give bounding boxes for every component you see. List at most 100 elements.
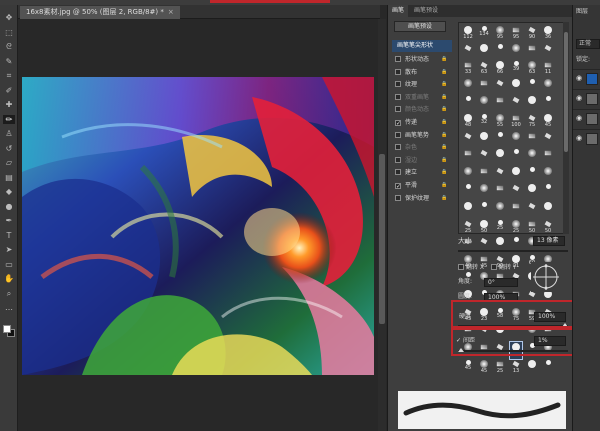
brush-tip-cell[interactable]: 134 bbox=[478, 25, 490, 42]
lock-icon[interactable]: 🔒 bbox=[441, 92, 447, 103]
brush-tip-cell[interactable] bbox=[510, 201, 522, 218]
brush-tip-cell[interactable]: 100 bbox=[510, 113, 522, 130]
brush-tip-cell[interactable]: 95 bbox=[510, 25, 522, 42]
spacing-slider[interactable] bbox=[458, 350, 568, 352]
brush-tip-cell[interactable]: 50 bbox=[478, 219, 490, 236]
lock-icon[interactable]: 🔒 bbox=[441, 167, 447, 178]
path-select-icon[interactable]: ➤ bbox=[3, 245, 15, 254]
extras-icon[interactable]: … bbox=[3, 303, 15, 312]
brush-tip-cell[interactable] bbox=[478, 131, 490, 148]
brush-tip-cell[interactable] bbox=[510, 95, 522, 112]
checkbox-checked[interactable]: ✓ bbox=[395, 183, 401, 190]
brush-tip-cell[interactable] bbox=[478, 166, 490, 183]
history-brush-icon[interactable]: ↺ bbox=[3, 144, 15, 153]
brush-tip-cell[interactable] bbox=[462, 78, 474, 95]
tab-brush[interactable]: 画笔 bbox=[388, 5, 409, 17]
lock-icon[interactable]: 🔒 bbox=[441, 54, 447, 65]
brush-option-item[interactable]: 建立 🔒 bbox=[395, 167, 447, 178]
brush-tip-cell[interactable]: 33 bbox=[462, 60, 474, 77]
brush-tip-cell[interactable]: 25 bbox=[494, 359, 506, 376]
brush-tip-cell[interactable] bbox=[494, 43, 506, 60]
brush-tip-cell[interactable] bbox=[526, 166, 538, 183]
lock-icon[interactable]: 🔒 bbox=[441, 79, 447, 90]
brush-tip-cell[interactable] bbox=[510, 131, 522, 148]
lock-icon[interactable]: 🔒 bbox=[441, 104, 447, 115]
zoom-icon[interactable]: ⌕ bbox=[3, 289, 15, 298]
brush-tip-cell[interactable] bbox=[462, 166, 474, 183]
brush-grid-scrollbar[interactable] bbox=[563, 22, 569, 234]
flip-x-checkbox[interactable]: 翻转 X bbox=[458, 263, 484, 273]
brush-tip-cell[interactable]: 75 bbox=[526, 113, 538, 130]
brush-tip-cell[interactable] bbox=[526, 43, 538, 60]
brush-tip-cell[interactable]: 45 bbox=[462, 359, 474, 376]
scrollbar-thumb[interactable] bbox=[564, 32, 568, 152]
brush-tip-cell[interactable] bbox=[526, 78, 538, 95]
brush-tip-cell[interactable] bbox=[478, 78, 490, 95]
foreground-color-swatch[interactable] bbox=[3, 325, 11, 333]
lock-icon[interactable]: 🔒 bbox=[441, 117, 447, 128]
brush-option-item[interactable]: 纹理 🔒 bbox=[395, 79, 447, 90]
brush-tip-cell[interactable]: 25 bbox=[462, 219, 474, 236]
lock-icon[interactable]: 🔒 bbox=[441, 130, 447, 141]
brush-tip-cell[interactable] bbox=[510, 148, 522, 165]
eye-icon[interactable]: ◉ bbox=[576, 95, 583, 102]
canvas-vertical-scrollbar[interactable] bbox=[378, 19, 386, 431]
brush-tip-cell[interactable] bbox=[462, 148, 474, 165]
gradient-icon[interactable]: ▤ bbox=[3, 173, 15, 182]
brush-tip-cell[interactable] bbox=[526, 183, 538, 200]
blend-mode-select[interactable]: 正常 bbox=[576, 39, 600, 49]
checkbox[interactable] bbox=[395, 93, 401, 100]
hardness-slider-handle[interactable] bbox=[562, 323, 568, 327]
type-icon[interactable]: T bbox=[3, 231, 15, 240]
blur-icon[interactable]: ◆ bbox=[3, 187, 15, 196]
hand-icon[interactable]: ✋ bbox=[3, 274, 15, 283]
brush-option-item[interactable]: ✓ 平滑 🔒 bbox=[395, 180, 447, 191]
checkbox[interactable] bbox=[395, 144, 401, 151]
close-icon[interactable]: × bbox=[168, 8, 174, 16]
roundness-field[interactable]: 100% bbox=[484, 293, 518, 302]
brush-tip-cell[interactable] bbox=[526, 359, 538, 376]
angle-roundness-dial[interactable] bbox=[531, 262, 561, 292]
brush-tip-cell[interactable]: 45 bbox=[478, 359, 490, 376]
checkbox[interactable] bbox=[395, 131, 401, 138]
brush-tip-cell[interactable]: 50 bbox=[526, 219, 538, 236]
brush-tip-cell[interactable] bbox=[478, 148, 490, 165]
dodge-icon[interactable]: ● bbox=[3, 202, 15, 211]
brush-tip-cell[interactable] bbox=[526, 95, 538, 112]
move-icon[interactable]: ✥ bbox=[3, 13, 15, 22]
brush-option-item[interactable]: 形状动态 🔒 bbox=[395, 54, 447, 65]
eraser-icon[interactable]: ▱ bbox=[3, 158, 15, 167]
brush-option-item[interactable]: 画笔笔势 🔒 bbox=[395, 130, 447, 141]
layer-row[interactable]: ◉ bbox=[573, 89, 600, 107]
layer-row[interactable]: ◉ bbox=[573, 69, 600, 87]
brush-option-item[interactable]: 散布 🔒 bbox=[395, 67, 447, 78]
checkbox[interactable] bbox=[395, 56, 401, 62]
brush-tip-cell[interactable] bbox=[542, 43, 554, 60]
brush-tip-cell[interactable]: 11 bbox=[542, 60, 554, 77]
brush-tip-cell[interactable] bbox=[510, 78, 522, 95]
brush-tip-cell[interactable] bbox=[542, 131, 554, 148]
spacing-field[interactable]: 1% bbox=[534, 336, 566, 346]
brush-tip-cell[interactable]: 13 bbox=[510, 359, 522, 376]
lasso-icon[interactable]: ᘓ bbox=[3, 42, 15, 51]
checkbox[interactable] bbox=[395, 106, 401, 113]
brush-tip-cell[interactable]: 90 bbox=[526, 25, 538, 42]
eye-icon[interactable]: ◉ bbox=[576, 115, 583, 122]
brush-tip-cell[interactable] bbox=[526, 201, 538, 218]
brush-tip-cell[interactable] bbox=[542, 166, 554, 183]
checkbox[interactable] bbox=[395, 156, 401, 163]
layer-row[interactable]: ◉ bbox=[573, 129, 600, 147]
lock-icon[interactable]: 🔒 bbox=[441, 67, 447, 78]
crop-icon[interactable]: ⌗ bbox=[3, 71, 15, 80]
brush-tip-cell[interactable] bbox=[542, 183, 554, 200]
hardness-field[interactable]: 100% bbox=[534, 312, 566, 322]
brush-tip-cell[interactable]: 36 bbox=[542, 25, 554, 42]
brush-option-item[interactable]: 保护纹理 🔒 bbox=[395, 193, 447, 204]
brush-tip-shape-item[interactable]: 画笔笔尖形状 bbox=[392, 40, 452, 52]
brush-tip-cell[interactable] bbox=[510, 166, 522, 183]
brush-tip-cell[interactable] bbox=[542, 78, 554, 95]
brush-tip-cell[interactable] bbox=[478, 201, 490, 218]
layers-tab-label[interactable]: 图层 bbox=[576, 7, 588, 16]
checkbox[interactable] bbox=[395, 194, 401, 201]
stamp-icon[interactable]: ♙ bbox=[3, 129, 15, 138]
